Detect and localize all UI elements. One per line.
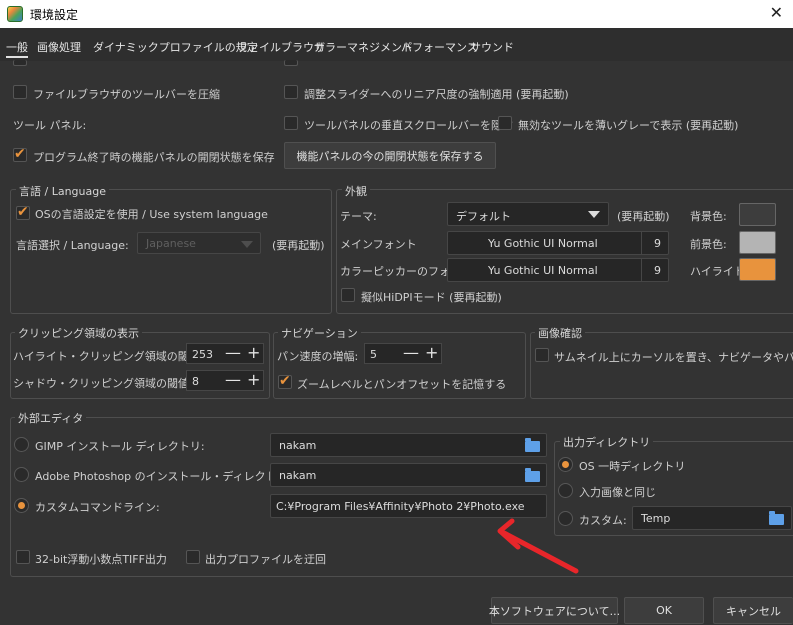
- linear-slider-checkbox[interactable]: [284, 85, 298, 99]
- gimp-dir-label: GIMP インストール ディレクトリ:: [35, 440, 205, 453]
- language-select-label: 言語選択 / Language:: [16, 239, 129, 252]
- language-select[interactable]: Japanese: [137, 232, 261, 254]
- fg-color-label: 前景色:: [690, 238, 727, 251]
- photoshop-dir-label: Adobe Photoshop のインストール・ディレクトリ:: [35, 470, 292, 483]
- cancel-button[interactable]: キャンセル: [713, 597, 793, 624]
- bg-color-label: 背景色:: [690, 210, 727, 223]
- tool-panel-label: ツール パネル:: [13, 119, 87, 132]
- save-panel-state-label: プログラム終了時の機能パネルの開閉状態を保存: [33, 151, 275, 164]
- title-bar: 環境設定 ✕: [0, 0, 793, 28]
- bypass-profile-label: 出力プロファイルを迂回: [205, 553, 326, 566]
- thumb-cursor-checkbox[interactable]: [535, 348, 549, 362]
- gimp-radio[interactable]: [14, 437, 29, 452]
- tab-image-processing[interactable]: 画像処理: [37, 39, 81, 55]
- plus-icon[interactable]: +: [425, 343, 438, 362]
- theme-label: テーマ:: [340, 210, 377, 223]
- tiff32-label: 32-bit浮動小数点TIFF出力: [35, 553, 167, 566]
- image-check-group-title: 画像確認: [535, 325, 585, 341]
- compress-toolbar-label: ファイルブラウザのツールバーを圧縮: [33, 88, 220, 101]
- pan-speed-spinner[interactable]: 5 — +: [364, 343, 442, 364]
- save-panel-state-now-button[interactable]: 機能パネルの今の開閉状態を保存する: [284, 142, 496, 169]
- language-restart-note: (要再起動): [272, 239, 325, 252]
- appearance-group-title: 外観: [342, 183, 370, 199]
- highlight-threshold-label: ハイライト・クリッピング領域の閾値:: [13, 350, 204, 363]
- custom-command-label: カスタムコマンドライン:: [35, 501, 160, 514]
- tab-sound[interactable]: サウンド: [470, 39, 514, 55]
- main-font-size: 9: [654, 237, 661, 250]
- photoshop-radio[interactable]: [14, 467, 29, 482]
- os-temp-radio[interactable]: [558, 457, 573, 472]
- photoshop-dir-field[interactable]: nakam: [270, 463, 547, 487]
- bypass-profile-checkbox[interactable]: [186, 550, 200, 564]
- gimp-dir-field[interactable]: nakam: [270, 433, 547, 457]
- remember-zoom-label: ズームレベルとパンオフセットを記憶する: [297, 378, 507, 391]
- language-group-title: 言語 / Language: [16, 183, 109, 199]
- same-as-input-label: 入力画像と同じ: [579, 486, 656, 499]
- tiff32-checkbox[interactable]: [16, 550, 30, 564]
- custom-output-field[interactable]: Temp: [632, 506, 792, 530]
- linear-slider-label: 調整スライダーへのリニア尺度の強制適用 (要再起動): [304, 88, 569, 101]
- tab-file-browser[interactable]: ファイルブラウザ: [237, 39, 325, 55]
- main-font-label: メインフォント: [340, 238, 417, 251]
- folder-icon[interactable]: [525, 438, 540, 452]
- shadow-threshold-spinner[interactable]: 8 — +: [186, 370, 264, 391]
- clipping-group-title: クリッピング領域の表示: [15, 325, 142, 341]
- remember-zoom-checkbox[interactable]: [278, 373, 292, 389]
- hidden-option-checkbox[interactable]: [13, 60, 27, 66]
- red-arrow-annotation: [497, 518, 579, 574]
- about-button[interactable]: 本ソフトウェアについて...: [489, 597, 620, 624]
- gray-out-tools-label: 無効なツールを薄いグレーで表示 (要再起動): [518, 119, 739, 132]
- hide-vscroll-checkbox[interactable]: [284, 116, 298, 130]
- save-panel-state-checkbox[interactable]: [13, 146, 27, 162]
- bg-color-swatch[interactable]: [739, 203, 776, 226]
- pan-speed-label: パン速度の増幅:: [277, 350, 359, 363]
- os-temp-label: OS 一時ディレクトリ: [579, 460, 686, 473]
- theme-select[interactable]: デフォルト: [447, 202, 609, 226]
- main-font-button[interactable]: Yu Gothic UI Normal 9: [447, 231, 669, 255]
- folder-icon[interactable]: [525, 468, 540, 482]
- plus-icon[interactable]: +: [247, 343, 260, 362]
- external-editor-group-title: 外部エディタ: [15, 410, 87, 426]
- tab-bar: 一般 画像処理 ダイナミックプロファイルの規定 ファイルブラウザ カラーマネジメ…: [0, 28, 793, 61]
- highlight-color-swatch[interactable]: [739, 258, 776, 281]
- picker-font-size: 9: [654, 264, 661, 277]
- plus-icon[interactable]: +: [247, 370, 260, 389]
- theme-restart-note: (要再起動): [617, 210, 670, 223]
- highlight-threshold-spinner[interactable]: 253 — +: [186, 343, 264, 364]
- chevron-down-icon: [588, 211, 600, 218]
- tab-general[interactable]: 一般: [6, 39, 28, 58]
- fg-color-swatch[interactable]: [739, 231, 776, 254]
- use-os-language-label: OSの言語設定を使用 / Use system language: [35, 208, 268, 221]
- hidpi-checkbox[interactable]: [341, 288, 355, 302]
- image-check-group: [530, 332, 793, 399]
- output-dir-group-title: 出力ディレクトリ: [560, 434, 654, 450]
- close-icon[interactable]: ✕: [770, 3, 783, 22]
- window-title: 環境設定: [30, 8, 79, 22]
- hide-vscroll-label: ツールパネルの垂直スクロールバーを隠す: [304, 119, 513, 132]
- custom-command-radio[interactable]: [14, 498, 29, 513]
- gray-out-tools-checkbox[interactable]: [498, 116, 512, 130]
- ok-button[interactable]: OK: [624, 597, 704, 624]
- minus-icon[interactable]: —: [225, 343, 241, 362]
- app-icon: [7, 6, 23, 22]
- folder-icon[interactable]: [769, 511, 784, 525]
- chevron-down-icon: [241, 241, 253, 248]
- tab-performance[interactable]: パフォーマンス: [401, 39, 478, 55]
- minus-icon[interactable]: —: [225, 370, 241, 389]
- tab-dynamic-profile[interactable]: ダイナミックプロファイルの規定: [93, 39, 258, 55]
- same-as-input-radio[interactable]: [558, 483, 573, 498]
- compress-toolbar-checkbox[interactable]: [13, 85, 27, 99]
- minus-icon[interactable]: —: [403, 343, 419, 362]
- navigation-group-title: ナビゲーション: [278, 325, 361, 341]
- hidpi-label: 擬似HiDPIモード (要再起動): [361, 291, 502, 304]
- hidden-option-checkbox-2[interactable]: [284, 60, 298, 66]
- use-os-language-checkbox[interactable]: [16, 204, 30, 220]
- tab-color-management[interactable]: カラーマネジメント: [314, 39, 413, 55]
- picker-font-button[interactable]: Yu Gothic UI Normal 9: [447, 258, 669, 282]
- shadow-threshold-label: シャドウ・クリッピング領域の閾値:: [13, 377, 193, 390]
- thumb-cursor-label: サムネイル上にカーソルを置き、ナビゲータやパンを行: [554, 351, 793, 364]
